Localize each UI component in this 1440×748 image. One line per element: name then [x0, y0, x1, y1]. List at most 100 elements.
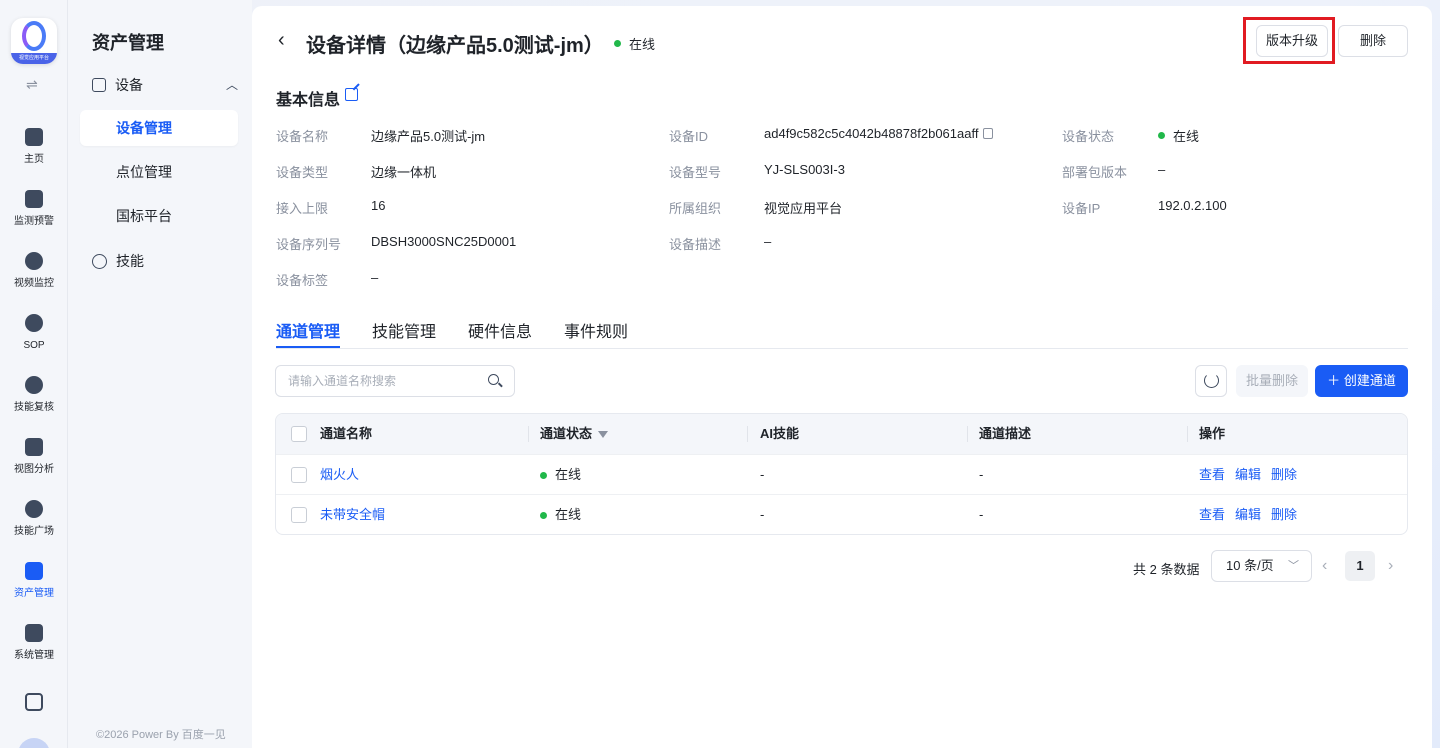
row-checkbox[interactable] [291, 467, 307, 483]
camera-icon [25, 252, 43, 270]
channel-table: 通道名称 通道状态 AI技能 通道描述 操作 烟火人 在线 - - 查看 编辑 … [275, 413, 1408, 535]
rail-item-sop[interactable]: SOP [0, 314, 68, 351]
search-icon[interactable] [488, 374, 499, 385]
field-value: 16 [371, 198, 386, 213]
field-label: 设备标签 [276, 273, 329, 288]
rail-item-video[interactable]: 视频监控 [0, 252, 68, 289]
rail-item-label: 系统管理 [14, 650, 54, 661]
delete-action-link[interactable]: 删除 [1271, 495, 1297, 534]
sidebar-group-device[interactable]: 设备 ︿ [92, 75, 238, 95]
sidebar-item-device-management[interactable]: 设备管理 [80, 110, 238, 146]
create-channel-button[interactable]: ＋ 创建通道 [1315, 365, 1408, 397]
column-header-label: 通道状态 [540, 426, 593, 441]
rail-item-label: 技能复核 [14, 402, 54, 413]
logo-mark [22, 21, 46, 51]
image-analysis-icon [25, 438, 43, 456]
rail-item-home[interactable]: 主页 [0, 128, 68, 165]
column-header-name: 通道名称 [320, 426, 373, 441]
description-cell: - [979, 507, 984, 522]
delete-device-button[interactable]: 删除 [1338, 25, 1408, 57]
sidebar-item-point-management[interactable]: 点位管理 [80, 154, 238, 190]
sidebar-group-label: 设备 [115, 77, 143, 93]
tab-skill-management[interactable]: 技能管理 [372, 318, 436, 342]
page-number-current[interactable]: 1 [1345, 551, 1375, 581]
row-checkbox[interactable] [291, 507, 307, 523]
rail-collapse-icon[interactable]: ⇌ [26, 76, 38, 93]
channel-search-input[interactable] [275, 365, 515, 397]
back-chevron-icon[interactable]: ‹ [278, 28, 285, 52]
basic-info-title: 基本信息 [276, 92, 341, 109]
highlight-box [1243, 17, 1335, 64]
channel-status: 在线 [540, 455, 581, 495]
online-dot-icon [614, 40, 621, 47]
rail-item-label: 监测预警 [14, 216, 54, 227]
refresh-button[interactable] [1195, 365, 1227, 397]
rail-item-skill-review[interactable]: 技能复核 [0, 376, 68, 413]
rail-item-monitoring[interactable]: 监测预警 [0, 190, 68, 227]
sop-icon [25, 314, 43, 332]
field-label: 设备状态 [1062, 129, 1115, 144]
copy-icon[interactable] [983, 128, 993, 139]
page-size-select[interactable]: 10 条/页 ﹀ [1211, 550, 1312, 582]
channel-name-link[interactable]: 未带安全帽 [320, 495, 385, 534]
page-title: 设备详情（边缘产品5.0测试-jm） [306, 35, 604, 57]
field-label: 设备类型 [276, 165, 329, 180]
view-action-link[interactable]: 查看 [1199, 495, 1225, 534]
channel-name-link[interactable]: 烟火人 [320, 455, 359, 495]
edit-action-link[interactable]: 编辑 [1235, 495, 1261, 534]
pagination-total: 共 2 条数据 [1133, 562, 1200, 577]
sidebar-title: 资产管理 [92, 33, 164, 53]
create-channel-label: 创建通道 [1343, 373, 1396, 388]
rail-item-image-analysis[interactable]: 视图分析 [0, 438, 68, 475]
batch-delete-button[interactable]: 批量删除 [1236, 365, 1308, 397]
rail-item-label: 技能广场 [14, 526, 54, 537]
rail-item-skill-square[interactable]: 技能广场 [0, 500, 68, 537]
prev-page-icon[interactable]: ‹ [1322, 557, 1327, 575]
field-label: 所属组织 [669, 201, 722, 216]
sidebar-item-skills[interactable]: 技能 [92, 251, 144, 271]
rail-item-label: SOP [23, 340, 45, 351]
review-icon [25, 376, 43, 394]
asset-icon [25, 562, 43, 580]
online-dot-icon [540, 511, 547, 519]
sidebar: 资产管理 设备 ︿ 设备管理 点位管理 国标平台 技能 ©2026 Power … [68, 0, 252, 748]
column-header-description: 通道描述 [979, 426, 1032, 441]
avatar[interactable] [18, 738, 50, 748]
plus-icon: ＋ [1327, 373, 1341, 388]
view-action-link[interactable]: 查看 [1199, 455, 1225, 495]
column-header-status[interactable]: 通道状态 [540, 414, 609, 454]
field-value: 视觉应用平台 [764, 201, 843, 216]
next-page-icon[interactable]: › [1388, 557, 1393, 575]
tab-event-rules[interactable]: 事件规则 [564, 318, 628, 342]
edit-icon[interactable] [345, 88, 358, 101]
rail-item-label: 视频监控 [14, 278, 54, 289]
edit-action-link[interactable]: 编辑 [1235, 455, 1261, 495]
tab-hardware-info[interactable]: 硬件信息 [468, 318, 532, 342]
task-icon[interactable] [25, 693, 43, 711]
table-header: 通道名称 通道状态 AI技能 通道描述 操作 [276, 414, 1407, 454]
active-tab-indicator [276, 346, 340, 348]
filter-icon[interactable] [598, 431, 609, 439]
logo-caption: 视觉应用平台 [11, 53, 57, 64]
device-icon [92, 78, 106, 92]
online-dot-icon [1158, 132, 1165, 139]
table-row: 未带安全帽 在线 - - 查看 编辑 删除 [276, 494, 1407, 534]
column-divider [528, 426, 529, 442]
field-label: 设备名称 [276, 129, 329, 144]
field-label: 设备ID [669, 129, 709, 144]
field-label: 接入上限 [276, 201, 329, 216]
tab-channel-management[interactable]: 通道管理 [276, 318, 340, 342]
field-value: 在线 [1158, 126, 1199, 145]
column-divider [747, 426, 748, 442]
field-value: DBSH3000SNC25D0001 [371, 234, 517, 249]
rail-item-label: 视图分析 [14, 464, 54, 475]
sidebar-item-gb-platform[interactable]: 国标平台 [80, 198, 238, 234]
rail-item-system[interactable]: 系统管理 [0, 624, 68, 661]
app-logo[interactable]: 视觉应用平台 [11, 18, 57, 64]
delete-action-link[interactable]: 删除 [1271, 455, 1297, 495]
status-text: 在线 [629, 37, 656, 52]
rail-item-assets[interactable]: 资产管理 [0, 562, 68, 599]
select-all-checkbox[interactable] [291, 426, 307, 442]
ai-skill-cell: - [760, 507, 765, 522]
field-value: 192.0.2.100 [1158, 198, 1227, 213]
